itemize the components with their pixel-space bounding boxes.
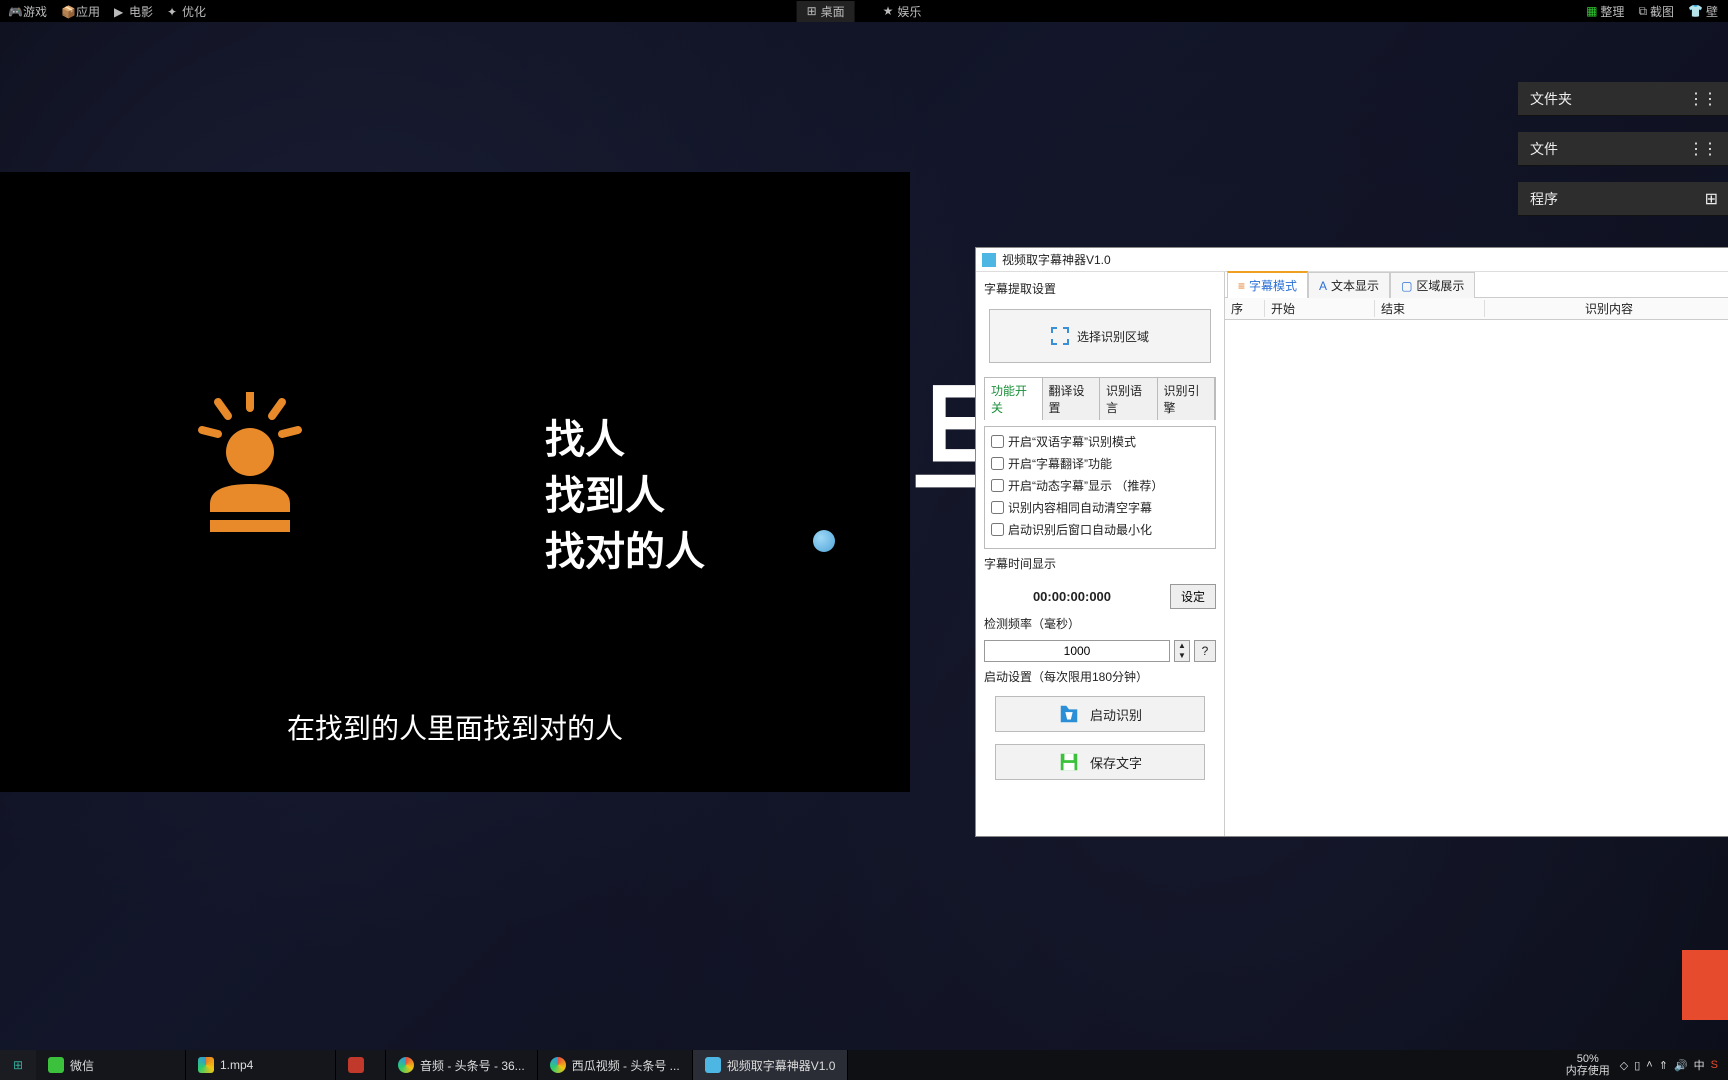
save-icon xyxy=(1058,751,1080,773)
mode-tab-area[interactable]: ▢区域展示 xyxy=(1390,272,1475,298)
time-set-button[interactable]: 设定 xyxy=(1170,584,1216,609)
topbar-screenshot[interactable]: ⧉截图 xyxy=(1638,3,1674,20)
taskbar-subtitle-app[interactable]: 视频取字幕神器V1.0 xyxy=(693,1050,849,1080)
taskbar-wechat[interactable]: 微信 xyxy=(36,1050,186,1080)
video-marker[interactable] xyxy=(813,530,835,552)
check-dynamic[interactable]: 开启“动态字幕”显示 （推荐） xyxy=(991,477,1209,494)
menu-icon[interactable]: ⋮⋮ xyxy=(1688,89,1716,109)
shortcut-program[interactable]: 程序⊞ xyxy=(1518,182,1728,216)
topbar-wallpaper[interactable]: 👕壁 xyxy=(1688,3,1718,20)
star-icon: ★ xyxy=(883,4,894,18)
tray-chevron-icon[interactable]: ˄ xyxy=(1646,1059,1652,1071)
wechat-icon xyxy=(48,1057,64,1073)
tab-engine[interactable]: 识别引擎 xyxy=(1158,378,1216,420)
col-content: 识别内容 xyxy=(1485,300,1728,317)
settings-tabs: 功能开关 翻译设置 识别语言 识别引擎 xyxy=(984,377,1216,420)
system-tray: 50% 内存使用 ◇ ▯ ˄ ⇑ 🔊 中 S xyxy=(1556,1053,1728,1077)
desktop-topbar: 🎮游戏 📦应用 ▶电影 ✦优化 ⊞桌面 ★娱乐 ▦整理 ⧉截图 👕壁 xyxy=(0,0,1728,22)
start-recognition-button[interactable]: 启动识别 xyxy=(995,696,1205,732)
mode-tabs: ≡字幕模式 A文本显示 ▢区域展示 xyxy=(1225,272,1728,298)
subtitle-app-window: 视频取字幕神器V1.0 字幕提取设置 选择识别区域 功能开关 翻译设置 识别语言… xyxy=(975,247,1728,837)
tab-language[interactable]: 识别语言 xyxy=(1100,378,1158,420)
app-right-panel: ≡字幕模式 A文本显示 ▢区域展示 序 开始 结束 识别内容 xyxy=(1224,272,1728,836)
shortcut-file[interactable]: 文件⋮⋮ xyxy=(1518,132,1728,166)
chrome-icon xyxy=(550,1057,566,1073)
freq-input[interactable] xyxy=(984,640,1170,662)
app-titlebar[interactable]: 视频取字幕神器V1.0 xyxy=(976,248,1728,272)
person-idea-icon xyxy=(190,392,310,532)
memory-usage[interactable]: 50% 内存使用 xyxy=(1566,1053,1610,1077)
table-body[interactable] xyxy=(1225,320,1728,836)
check-bilingual[interactable]: 开启“双语字幕”识别模式 xyxy=(991,433,1209,450)
col-seq: 序 xyxy=(1225,300,1265,317)
grid-icon[interactable]: ⊞ xyxy=(1705,189,1716,209)
tray-icon[interactable]: ◇ xyxy=(1620,1059,1628,1072)
section-freq-label: 检测频率（毫秒） xyxy=(984,615,1216,632)
col-end: 结束 xyxy=(1375,300,1485,317)
tab-function[interactable]: 功能开关 xyxy=(985,378,1043,420)
tab-translate[interactable]: 翻译设置 xyxy=(1043,378,1101,420)
area-icon: ▢ xyxy=(1401,279,1412,293)
video-subtitle: 在找到的人里面找到对的人 xyxy=(0,707,910,747)
section-start-label: 启动设置（每次限用180分钟） xyxy=(984,668,1216,685)
col-start: 开始 xyxy=(1265,300,1375,317)
topbar-right: ▦整理 ⧉截图 👕壁 xyxy=(1586,3,1728,20)
tray-volume-icon[interactable]: 🔊 xyxy=(1674,1059,1688,1072)
topbar-games[interactable]: 🎮游戏 xyxy=(8,3,47,20)
desktop-area[interactable]: 文件夹⋮⋮ 文件⋮⋮ 程序⊞ 旦 找人 找到人 找对的人 xyxy=(0,22,1728,1050)
mode-tab-text[interactable]: A文本显示 xyxy=(1308,272,1390,298)
taskbar-xigua[interactable]: 西瓜视频 - 头条号 ... xyxy=(538,1050,693,1080)
chrome-icon xyxy=(398,1057,414,1073)
taskbar: ⊞ 微信 1.mp4 音频 - 头条号 - 36... 西瓜视频 - 头条号 .… xyxy=(0,1050,1728,1080)
topbar-movies[interactable]: ▶电影 xyxy=(114,3,153,20)
start-icon xyxy=(1058,703,1080,725)
check-clear[interactable]: 识别内容相同自动清空字幕 xyxy=(991,499,1209,516)
topbar-left: 🎮游戏 📦应用 ▶电影 ✦优化 xyxy=(0,3,206,20)
video-headline: 找人 找到人 找对的人 xyxy=(545,412,705,580)
check-minimize[interactable]: 启动识别后窗口自动最小化 xyxy=(991,521,1209,538)
start-button[interactable]: ⊞ xyxy=(0,1050,36,1080)
check-translate[interactable]: 开启“字幕翻译”功能 xyxy=(991,455,1209,472)
list-icon: ≡ xyxy=(1238,279,1245,293)
app-icon xyxy=(348,1057,364,1073)
time-display: 00:00:00:000 xyxy=(984,589,1160,604)
player-icon xyxy=(198,1057,214,1073)
checkbox-panel: 开启“双语字幕”识别模式 开启“字幕翻译”功能 开启“动态字幕”显示 （推荐） … xyxy=(984,426,1216,549)
tray-icon[interactable]: ▯ xyxy=(1634,1059,1640,1072)
app-title: 视频取字幕神器V1.0 xyxy=(1002,251,1111,268)
section-time-label: 字幕时间显示 xyxy=(984,555,1216,572)
video-content: 找人 找到人 找对的人 xyxy=(0,212,910,672)
topbar-apps[interactable]: 📦应用 xyxy=(61,3,100,20)
text-icon: A xyxy=(1319,279,1327,293)
windows-icon: ⊞ xyxy=(13,1058,23,1072)
freq-help-button[interactable]: ? xyxy=(1194,640,1216,662)
windows-icon: ⊞ xyxy=(807,4,817,18)
table-header: 序 开始 结束 识别内容 xyxy=(1225,298,1728,320)
topbar-arrange[interactable]: ▦整理 xyxy=(1586,3,1624,20)
subtitle-app-icon xyxy=(705,1057,721,1073)
topbar-center: ⊞桌面 ★娱乐 xyxy=(797,1,932,22)
app-left-panel: 字幕提取设置 选择识别区域 功能开关 翻译设置 识别语言 识别引擎 开启“双语字… xyxy=(976,272,1224,836)
tray-ime-icon[interactable]: 中 xyxy=(1694,1057,1705,1073)
tray-icon[interactable]: S xyxy=(1711,1059,1718,1071)
video-player-window[interactable]: 找人 找到人 找对的人 在找到的人里面找到对的人 xyxy=(0,172,910,792)
corner-logo[interactable] xyxy=(1682,950,1728,1020)
menu-icon[interactable]: ⋮⋮ xyxy=(1688,139,1716,159)
taskbar-item-3[interactable] xyxy=(336,1050,386,1080)
save-text-button[interactable]: 保存文字 xyxy=(995,744,1205,780)
section-extract-label: 字幕提取设置 xyxy=(984,280,1216,297)
taskbar-audio[interactable]: 音频 - 头条号 - 36... xyxy=(386,1050,538,1080)
selection-icon xyxy=(1051,327,1069,345)
tray-icons: ◇ ▯ ˄ ⇑ 🔊 中 S xyxy=(1620,1057,1718,1073)
taskbar-mp4[interactable]: 1.mp4 xyxy=(186,1050,336,1080)
mode-tab-subtitle[interactable]: ≡字幕模式 xyxy=(1227,271,1308,298)
shortcut-folder[interactable]: 文件夹⋮⋮ xyxy=(1518,82,1728,116)
select-area-button[interactable]: 选择识别区域 xyxy=(989,309,1211,363)
tray-wifi-icon[interactable]: ⇑ xyxy=(1659,1059,1668,1072)
topbar-optimize[interactable]: ✦优化 xyxy=(167,3,206,20)
topbar-tab-desktop[interactable]: ⊞桌面 xyxy=(797,1,855,22)
freq-spinner[interactable]: ▲▼ xyxy=(1174,640,1190,662)
topbar-tab-fun[interactable]: ★娱乐 xyxy=(873,1,932,22)
app-icon xyxy=(982,253,996,267)
